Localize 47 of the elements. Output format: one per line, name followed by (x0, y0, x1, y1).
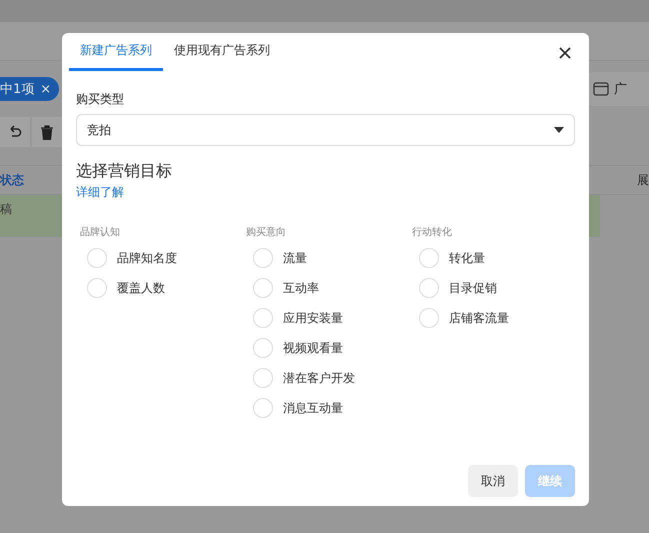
option-label[interactable]: 目录促销 (449, 280, 497, 296)
table-cell: 稿 (0, 202, 12, 216)
option-label[interactable]: 品牌知名度 (117, 250, 177, 266)
group-title: 购买意向 (246, 226, 287, 239)
option-label[interactable]: 转化量 (449, 250, 485, 266)
section-title: 选择营销目标 (76, 161, 173, 182)
radio-button[interactable] (253, 398, 273, 418)
radio-button[interactable] (419, 278, 439, 298)
option-label[interactable]: 视频观看量 (283, 340, 343, 356)
radio-button[interactable] (87, 278, 107, 298)
radio-button[interactable] (253, 368, 273, 388)
close-icon[interactable]: × (40, 82, 52, 96)
undo-icon (8, 125, 22, 139)
column-header: 展 (637, 172, 649, 188)
side-tab-label: 广 (614, 81, 627, 98)
caret-icon (554, 127, 564, 133)
option-label[interactable]: 应用安装量 (283, 310, 343, 326)
radio-button[interactable] (253, 338, 273, 358)
group-title: 品牌认知 (80, 226, 121, 239)
tab[interactable]: 新建广告系列 (69, 33, 163, 71)
cancel-button[interactable]: 取消 (468, 465, 518, 497)
side-tab[interactable]: 广 (587, 72, 649, 106)
radio-button[interactable] (253, 308, 273, 328)
radio-button[interactable] (87, 248, 107, 268)
trash-icon (40, 124, 54, 140)
radio-button[interactable] (253, 278, 273, 298)
tab[interactable]: 使用现有广告系列 (163, 33, 281, 71)
close-icon (557, 45, 573, 61)
group-title: 行动转化 (412, 226, 453, 239)
option-label[interactable]: 互动率 (283, 280, 319, 296)
window-icon (593, 82, 609, 96)
close-button[interactable] (557, 45, 573, 61)
filter-chip-label: 中1项 (0, 81, 34, 98)
undo-button[interactable] (0, 117, 30, 147)
option-label[interactable]: 消息互动量 (283, 400, 343, 416)
field-label: 购买类型 (76, 91, 125, 108)
purchase-type-dropdown[interactable]: 竞拍 (76, 114, 575, 146)
radio-button[interactable] (419, 308, 439, 328)
radio-button[interactable] (419, 248, 439, 268)
learn-more-link[interactable]: 详细了解 (76, 184, 124, 201)
delete-button[interactable] (32, 117, 62, 147)
radio-button[interactable] (253, 248, 273, 268)
filter-chip[interactable]: 中1项 × (0, 77, 60, 101)
option-label[interactable]: 潜在客户开发 (283, 370, 355, 386)
option-label[interactable]: 覆盖人数 (117, 280, 165, 296)
option-label[interactable]: 店铺客流量 (449, 310, 509, 326)
option-label[interactable]: 流量 (283, 250, 307, 266)
